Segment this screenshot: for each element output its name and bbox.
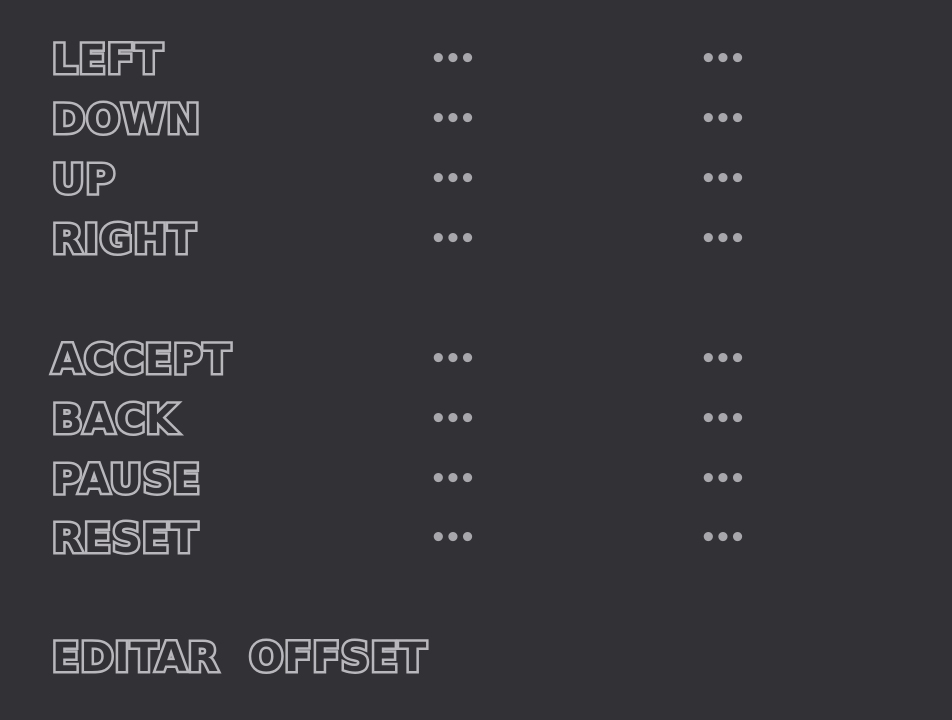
action-label: RIGHT bbox=[49, 216, 197, 265]
action-label: RESET bbox=[50, 515, 201, 564]
alt-key-slot[interactable]: ••• bbox=[700, 466, 746, 492]
alt-key-slot[interactable]: ••• bbox=[700, 166, 746, 192]
alt-key-slot[interactable]: ••• bbox=[700, 406, 746, 432]
control-row-pause[interactable]: PAUSE ••• ••• bbox=[0, 456, 952, 518]
action-label: PAUSE bbox=[50, 456, 203, 505]
primary-key-slot[interactable]: ••• bbox=[430, 166, 476, 192]
alt-key-slot[interactable]: ••• bbox=[700, 226, 746, 252]
controls-menu: LEFT ••• ••• DOWN ••• ••• UP ••• ••• RIG… bbox=[0, 0, 952, 720]
alt-key-slot[interactable]: ••• bbox=[700, 346, 746, 372]
control-row-accept[interactable]: ACCEPT ••• ••• bbox=[0, 336, 952, 398]
control-row-up[interactable]: UP ••• ••• bbox=[0, 156, 952, 218]
action-label: DOWN bbox=[50, 96, 203, 145]
edit-offset-button[interactable]: EDITAR OFFSET bbox=[49, 634, 428, 683]
primary-key-slot[interactable]: ••• bbox=[430, 466, 476, 492]
alt-key-slot[interactable]: ••• bbox=[700, 46, 746, 72]
primary-key-slot[interactable]: ••• bbox=[430, 46, 476, 72]
primary-key-slot[interactable]: ••• bbox=[430, 346, 476, 372]
action-label: ACCEPT bbox=[50, 336, 234, 385]
alt-key-slot[interactable]: ••• bbox=[700, 106, 746, 132]
alt-key-slot[interactable]: ••• bbox=[700, 525, 746, 551]
primary-key-slot[interactable]: ••• bbox=[430, 106, 476, 132]
control-row-back[interactable]: BACK ••• ••• bbox=[0, 396, 952, 458]
primary-key-slot[interactable]: ••• bbox=[430, 525, 476, 551]
control-row-left[interactable]: LEFT ••• ••• bbox=[0, 36, 952, 98]
control-row-right[interactable]: RIGHT ••• ••• bbox=[0, 216, 952, 278]
action-label: BACK bbox=[50, 396, 180, 445]
primary-key-slot[interactable]: ••• bbox=[430, 226, 476, 252]
action-label: LEFT bbox=[49, 36, 164, 85]
primary-key-slot[interactable]: ••• bbox=[430, 406, 476, 432]
action-label: UP bbox=[50, 156, 118, 205]
control-row-down[interactable]: DOWN ••• ••• bbox=[0, 96, 952, 158]
control-row-reset[interactable]: RESET ••• ••• bbox=[0, 515, 952, 577]
